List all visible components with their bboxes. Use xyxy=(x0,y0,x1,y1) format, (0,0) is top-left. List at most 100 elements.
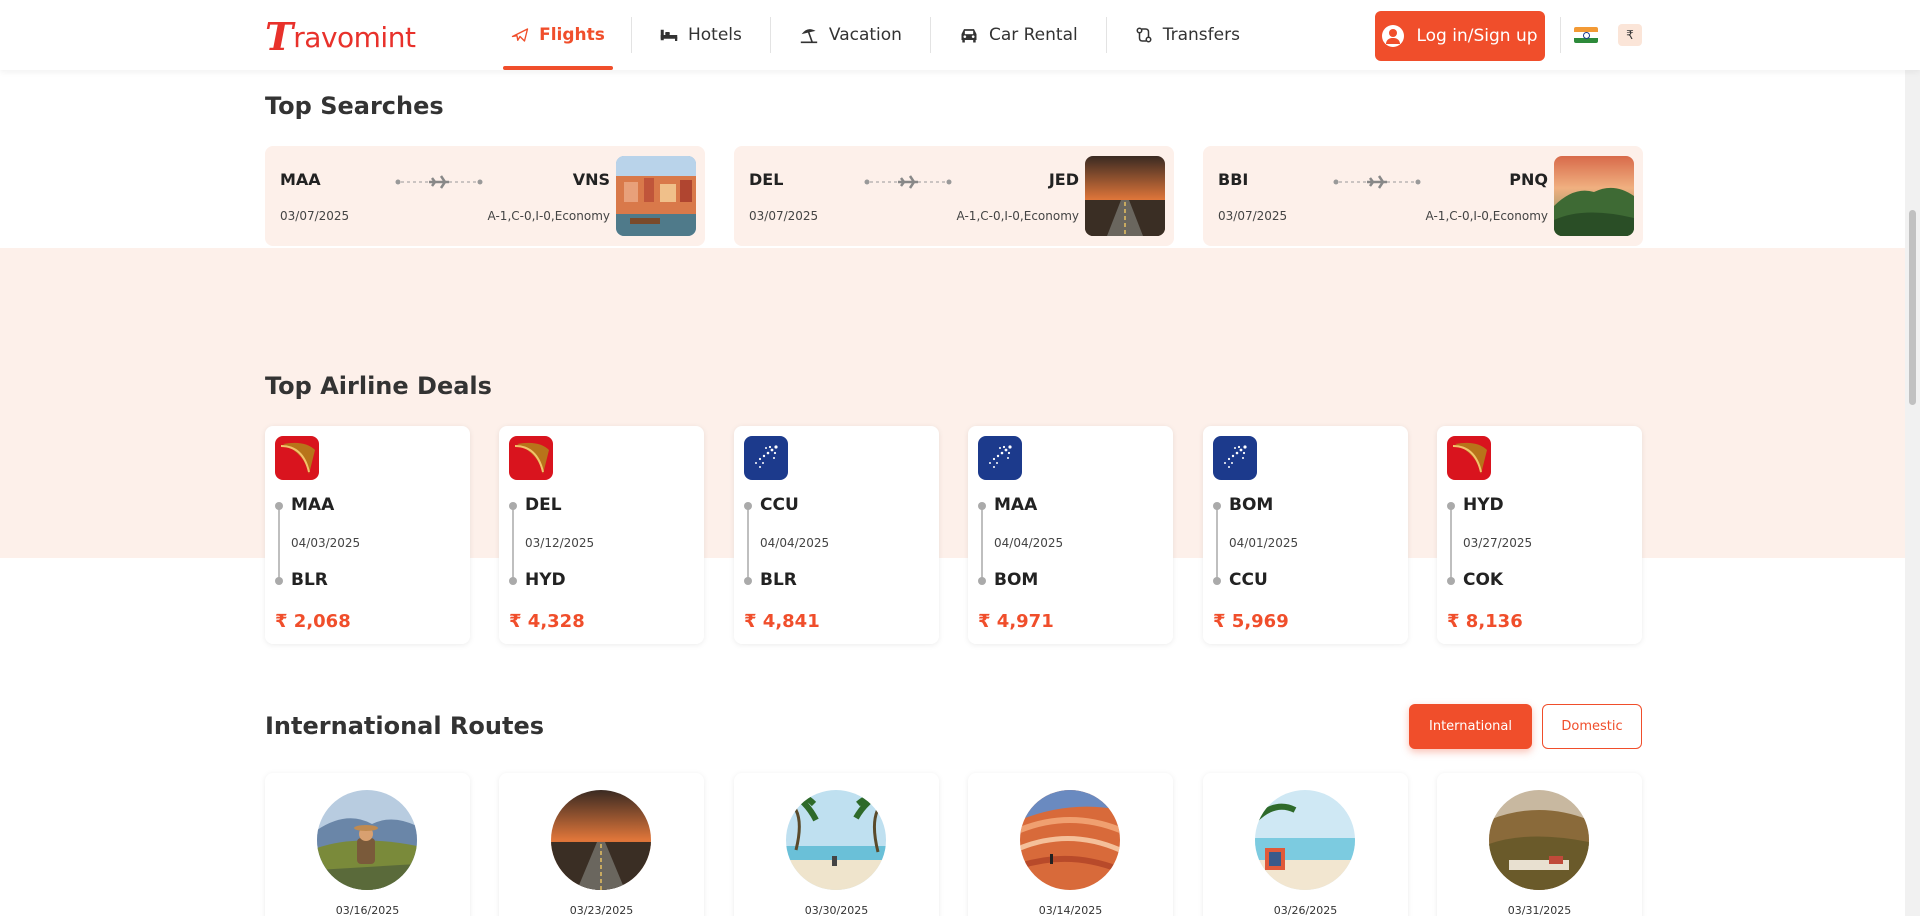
nav-divider xyxy=(929,17,931,53)
route-card[interactable]: 03/23/2025 xyxy=(499,773,704,916)
route-card[interactable]: 03/14/2025 xyxy=(968,773,1173,916)
deal-price: ₹ 8,136 xyxy=(1447,611,1523,632)
deal-to: CCU xyxy=(1229,570,1268,590)
search-to: JED xyxy=(1048,170,1079,189)
deal-to: BLR xyxy=(760,570,797,590)
deal-to: COK xyxy=(1463,570,1504,590)
deal-date: 04/03/2025 xyxy=(291,536,361,550)
deal-price: ₹ 2,068 xyxy=(275,611,351,632)
nav-label: Vacation xyxy=(828,25,902,45)
beach-umbrella-icon xyxy=(800,29,818,44)
air-india-logo xyxy=(509,436,553,480)
nav-label: Hotels xyxy=(688,25,742,45)
deal-from: HYD xyxy=(1463,495,1504,515)
airline-deal-card[interactable]: DEL 03/12/2025 HYD ₹ 4,328 xyxy=(499,426,704,644)
airline-deal-card[interactable]: MAA 04/04/2025 BOM ₹ 4,971 xyxy=(968,426,1173,644)
search-from: BBI xyxy=(1218,170,1249,189)
route-plane-icon xyxy=(864,175,952,189)
destination-image xyxy=(786,790,886,890)
search-date: 03/07/2025 xyxy=(280,209,350,223)
search-date: 03/07/2025 xyxy=(749,209,819,223)
destination-image xyxy=(1020,790,1120,890)
logo-text: ravomint xyxy=(293,21,416,54)
route-date: 03/30/2025 xyxy=(804,904,869,916)
route-timeline xyxy=(1450,505,1452,581)
deal-price: ₹ 5,969 xyxy=(1213,611,1289,632)
deal-date: 04/01/2025 xyxy=(1229,536,1299,550)
route-plane-icon xyxy=(1333,175,1421,189)
nav-label: Car Rental xyxy=(988,25,1078,45)
nav-vacation[interactable]: Vacation xyxy=(789,0,912,70)
nav-divider xyxy=(1105,17,1107,53)
origin-dot xyxy=(275,502,283,510)
destination-image xyxy=(551,790,651,890)
page-scrollbar[interactable] xyxy=(1905,0,1920,916)
origin-dot xyxy=(1447,502,1455,510)
route-card[interactable]: 03/26/2025 xyxy=(1203,773,1408,916)
international-toggle-button[interactable]: International xyxy=(1409,704,1532,749)
route-card[interactable]: 03/16/2025 xyxy=(265,773,470,916)
route-plane-icon xyxy=(395,175,483,189)
nav-flights[interactable]: Flights xyxy=(503,0,613,70)
search-passengers: A-1,C-0,I-0,Economy xyxy=(1425,209,1548,223)
deal-date: 04/04/2025 xyxy=(760,536,830,550)
route-card[interactable]: 03/30/2025 xyxy=(734,773,939,916)
deal-to: BLR xyxy=(291,570,328,590)
airline-deal-card[interactable]: BOM 04/01/2025 CCU ₹ 5,969 xyxy=(1203,426,1408,644)
destination-dot xyxy=(1447,577,1455,585)
nav-car-rental[interactable]: Car Rental xyxy=(949,0,1088,70)
route-timeline xyxy=(981,505,983,581)
currency-selector[interactable]: ₹ xyxy=(1618,24,1642,46)
destination-image xyxy=(1489,790,1589,890)
deal-to: BOM xyxy=(994,570,1039,590)
origin-dot xyxy=(978,502,986,510)
search-from: DEL xyxy=(749,170,784,189)
route-timeline xyxy=(747,505,749,581)
route-card[interactable]: 03/31/2025 xyxy=(1437,773,1642,916)
route-date: 03/31/2025 xyxy=(1507,904,1572,916)
main-nav: Flights Hotels Vacation Car Rental Trans… xyxy=(503,0,1250,70)
origin-dot xyxy=(509,502,517,510)
airline-deal-card[interactable]: HYD 03/27/2025 COK ₹ 8,136 xyxy=(1437,426,1642,644)
route-date: 03/14/2025 xyxy=(1038,904,1103,916)
scrollbar-thumb[interactable] xyxy=(1909,210,1916,405)
route-date: 03/26/2025 xyxy=(1273,904,1338,916)
route-date: 03/23/2025 xyxy=(569,904,634,916)
deal-from: BOM xyxy=(1229,495,1274,515)
nav-transfers[interactable]: Transfers xyxy=(1125,0,1250,70)
airline-deals-title: Top Airline Deals xyxy=(265,372,492,400)
indigo-logo xyxy=(744,436,788,480)
deal-date: 03/12/2025 xyxy=(525,536,595,550)
deal-price: ₹ 4,971 xyxy=(978,611,1054,632)
indigo-logo xyxy=(978,436,1022,480)
air-india-logo xyxy=(1447,436,1491,480)
search-card[interactable]: MAA VNS 03/07/2025 A-1,C-0,I-0,Economy xyxy=(265,146,705,246)
deal-price: ₹ 4,841 xyxy=(744,611,820,632)
login-label: Log in/Sign up xyxy=(1416,26,1538,46)
origin-dot xyxy=(744,502,752,510)
search-from: MAA xyxy=(280,170,321,189)
destination-image xyxy=(1255,790,1355,890)
domestic-toggle-button[interactable]: Domestic xyxy=(1542,704,1642,749)
search-to: VNS xyxy=(572,170,610,189)
nav-hotels[interactable]: Hotels xyxy=(650,0,752,70)
airline-deal-card[interactable]: CCU 04/04/2025 BLR ₹ 4,841 xyxy=(734,426,939,644)
travomint-logo[interactable]: T ravomint xyxy=(265,16,416,56)
destination-image xyxy=(317,790,417,890)
nav-label: Transfers xyxy=(1162,25,1240,45)
car-icon xyxy=(961,29,977,43)
route-timeline xyxy=(1216,505,1218,581)
route-date: 03/16/2025 xyxy=(335,904,400,916)
route-timeline xyxy=(512,505,514,581)
origin-dot xyxy=(1213,502,1221,510)
india-flag-icon[interactable] xyxy=(1574,27,1598,43)
deal-price: ₹ 4,328 xyxy=(509,611,585,632)
destination-dot xyxy=(744,577,752,585)
search-card[interactable]: DEL JED 03/07/2025 A-1,C-0,I-0,Economy xyxy=(734,146,1174,246)
plane-icon xyxy=(511,28,529,42)
nav-divider xyxy=(769,17,771,53)
search-card[interactable]: BBI PNQ 03/07/2025 A-1,C-0,I-0,Economy xyxy=(1203,146,1643,246)
login-signup-button[interactable]: Log in/Sign up xyxy=(1375,11,1545,61)
destination-image xyxy=(1085,156,1165,236)
airline-deal-card[interactable]: MAA 04/03/2025 BLR ₹ 2,068 xyxy=(265,426,470,644)
